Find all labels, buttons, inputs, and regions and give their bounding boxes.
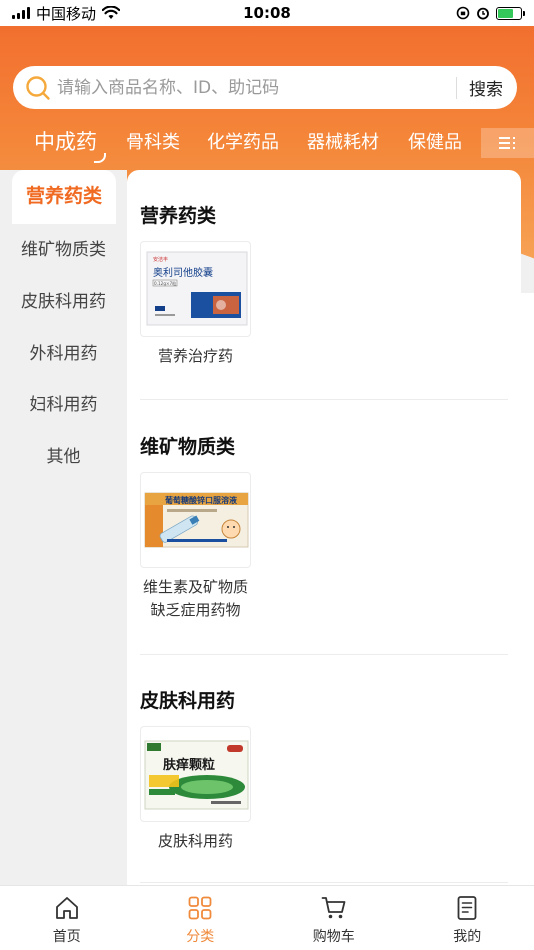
package-spec-text: 0.12g×7粒 — [154, 280, 176, 287]
nav-item-home[interactable]: 首页 — [0, 886, 134, 950]
package-name-text: 肤痒颗粒 — [163, 757, 215, 773]
carrier-label: 中国移动 — [36, 4, 97, 23]
sidebar-item-weikuang[interactable]: 维矿物质类 — [0, 224, 127, 276]
package-name-text: 葡萄糖酸锌口服溶液 — [164, 495, 237, 505]
status-left: 中国移动 — [12, 3, 121, 24]
sidebar-item-yingyang[interactable]: 营养药类 — [12, 170, 116, 224]
tab-guke[interactable]: 骨科类 — [126, 128, 180, 154]
sidebar-item-qita[interactable]: 其他 — [0, 431, 127, 483]
section-divider — [140, 399, 508, 400]
search-icon — [25, 75, 51, 101]
nav-label-category: 分类 — [186, 929, 215, 945]
nav-item-mine[interactable]: 我的 — [401, 886, 534, 950]
search-input[interactable] — [57, 77, 444, 98]
alarm-icon — [477, 7, 489, 20]
category-menu-button[interactable] — [481, 128, 534, 158]
orientation-lock-icon — [456, 6, 470, 20]
product-label[interactable]: 营养治疗药 — [140, 345, 251, 368]
search-divider — [456, 76, 457, 99]
search-button[interactable]: 搜索 — [469, 75, 503, 100]
tab-qixie-haocai[interactable]: 器械耗材 — [307, 128, 379, 154]
package-brand-text: 安洁丰 — [153, 256, 168, 263]
product-image-orlistat[interactable]: 安洁丰 奥利司他胶囊 0.12g×7粒 — [140, 241, 251, 337]
battery-icon — [496, 6, 525, 20]
section-divider — [140, 882, 508, 883]
tab-zhongchengyao[interactable]: 中成药 — [34, 126, 106, 163]
nav-label-mine: 我的 — [453, 929, 482, 945]
sidebar-item-fuke[interactable]: 妇科用药 — [0, 379, 127, 431]
nav-label-home: 首页 — [52, 929, 81, 945]
grid-icon — [188, 896, 212, 920]
wifi-icon — [102, 6, 121, 19]
product-label-line1[interactable]: 维生素及矿物质 — [140, 576, 251, 599]
section-title: 维矿物质类 — [140, 436, 236, 458]
status-bar: 中国移动 10:08 — [0, 0, 534, 26]
content-panel: 营养药类 安洁丰 奥利司他胶囊 0.12g×7粒 营养治疗药 维矿物质类 葡萄糖… — [127, 170, 521, 885]
product-image-zinc-gluconate[interactable]: 葡萄糖酸锌口服溶液 — [140, 472, 251, 568]
document-icon — [457, 896, 477, 920]
sidebar-item-pifuke[interactable]: 皮肤科用药 — [0, 276, 127, 328]
category-tabs: 中成药 骨科类 化学药品 器械耗材 保健品 — [0, 122, 534, 163]
category-sidebar: 营养药类 维矿物质类 皮肤科用药 外科用药 妇科用药 其他 — [0, 170, 127, 885]
home-icon — [55, 897, 78, 919]
status-right — [456, 6, 525, 20]
nav-item-category[interactable]: 分类 — [134, 886, 268, 950]
section-title: 皮肤科用药 — [140, 690, 236, 712]
nav-label-cart: 购物车 — [312, 929, 355, 945]
product-label[interactable]: 皮肤科用药 — [140, 830, 251, 853]
product-image-fuyang-keli[interactable]: 肤痒颗粒 — [140, 726, 251, 822]
tab-baojianpin[interactable]: 保健品 — [408, 128, 462, 154]
section-divider — [140, 654, 508, 655]
signal-icon — [12, 7, 30, 19]
product-label-line2[interactable]: 缺乏症用药物 — [140, 599, 251, 622]
sidebar-item-waike[interactable]: 外科用药 — [0, 328, 127, 380]
list-menu-icon — [498, 137, 515, 149]
search-bar: 搜索 — [13, 66, 517, 109]
package-name-text: 奥利司他胶囊 — [153, 266, 213, 279]
nav-item-cart[interactable]: 购物车 — [267, 886, 401, 950]
cart-icon — [321, 897, 346, 919]
section-title: 营养药类 — [140, 205, 217, 227]
bottom-nav: 首页 分类 购物车 我的 — [0, 885, 534, 950]
tab-huaxue-yaopin[interactable]: 化学药品 — [207, 128, 279, 154]
